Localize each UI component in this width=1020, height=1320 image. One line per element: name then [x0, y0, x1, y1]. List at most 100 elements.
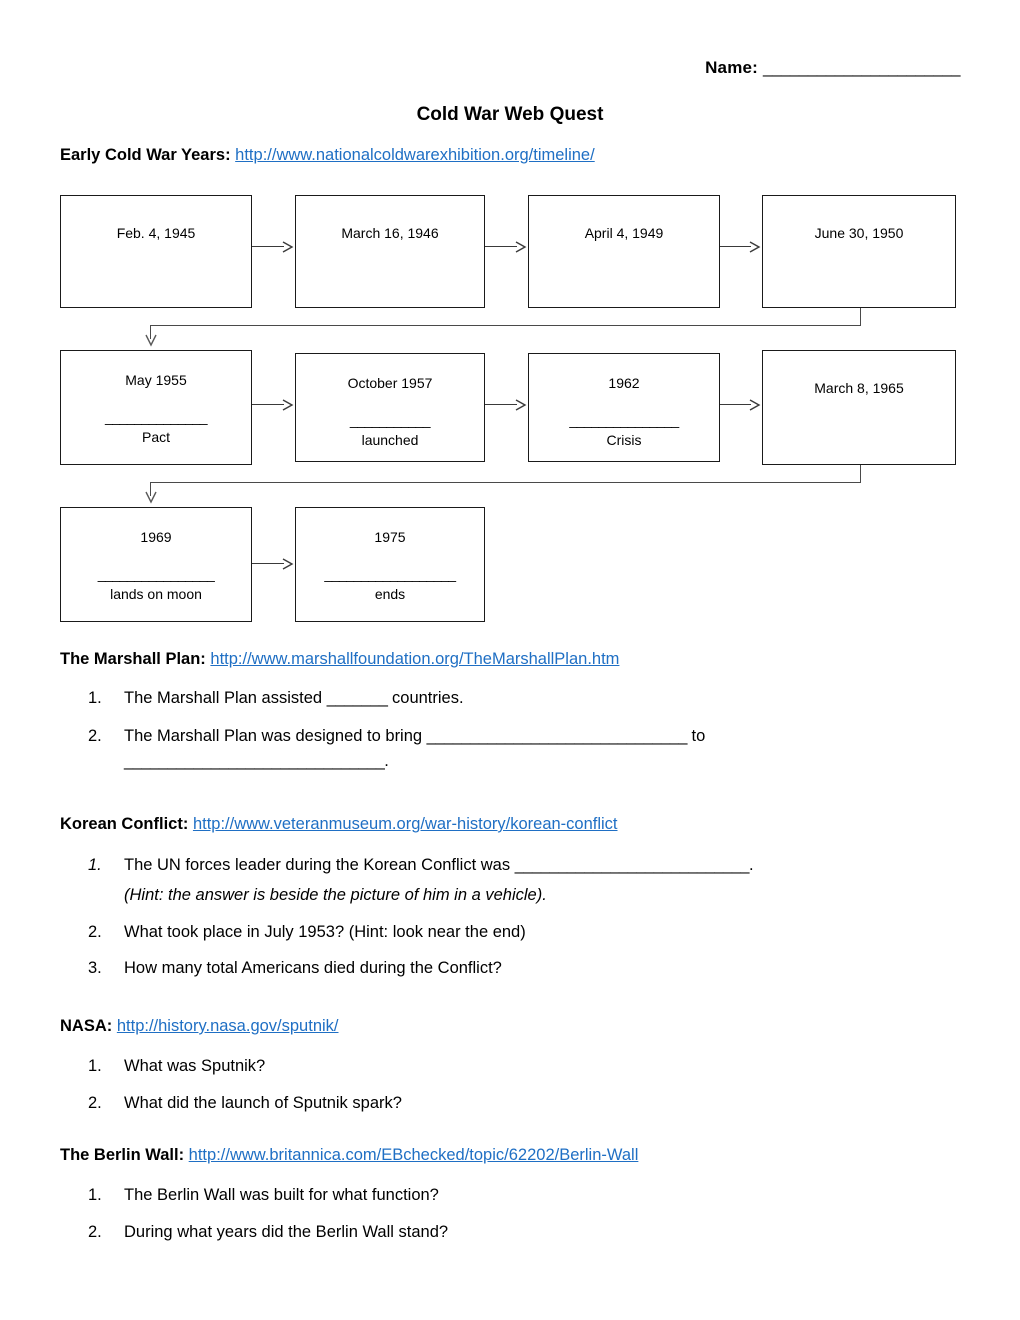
- timeline-box-blank[interactable]: ___________: [296, 411, 484, 430]
- timeline-box: March 8, 1965: [762, 350, 956, 465]
- question-list-korean-conflict: 1. The UN forces leader during the Korea…: [88, 857, 754, 977]
- question-item-continuation: ______________________________.: [88, 753, 705, 770]
- timeline-box-date: April 4, 1949: [584, 225, 664, 241]
- question-number: 2.: [88, 1093, 102, 1112]
- section-label: NASA:: [60, 1017, 113, 1035]
- timeline-box: June 30, 1950: [762, 195, 956, 308]
- answer-blank[interactable]: ______________________________: [427, 727, 688, 745]
- timeline-box-date: June 30, 1950: [814, 225, 904, 241]
- section-label: The Berlin Wall:: [60, 1146, 185, 1164]
- question-number: 1.: [88, 1057, 102, 1075]
- question-item: 1. What was Sputnik?: [88, 1058, 402, 1075]
- section-link-early-cold-war-years[interactable]: http://www.nationalcoldwarexhibition.org…: [235, 146, 595, 164]
- timeline-box-date: March 8, 1965: [814, 380, 904, 396]
- timeline-box-label: Crisis: [606, 431, 642, 448]
- timeline-box-blank[interactable]: ________________: [61, 565, 251, 584]
- arrow-right-icon: [485, 398, 528, 412]
- question-number: 1.: [88, 856, 102, 874]
- question-item: 1. The Berlin Wall was built for what fu…: [88, 1187, 448, 1204]
- question-list-nasa: 1. What was Sputnik? 2. What did the lau…: [88, 1058, 402, 1111]
- timeline-box-date: May 1955: [125, 372, 187, 388]
- answer-blank[interactable]: ______________________________: [124, 752, 385, 770]
- question-item: 2. What did the launch of Sputnik spark?: [88, 1093, 402, 1112]
- name-blank-line[interactable]: ______________________: [763, 58, 961, 77]
- connector-arrow-down-row2: [145, 465, 862, 505]
- section-link-berlin-wall[interactable]: http://www.britannica.com/EBchecked/topi…: [189, 1146, 639, 1164]
- timeline-box-date: October 1957: [347, 375, 433, 391]
- question-text-before: The UN forces leader during the Korean C…: [124, 856, 515, 874]
- arrow-right-icon: [252, 398, 295, 412]
- timeline-box: 1975 __________________ ends: [295, 507, 485, 622]
- question-hint-note: (Hint: the answer is beside the picture …: [124, 885, 547, 904]
- connector-arrow-down-row1: [145, 308, 862, 348]
- question-number: 2.: [88, 726, 102, 745]
- arrow-right-icon: [720, 398, 762, 412]
- timeline-box-blank[interactable]: ______________: [61, 408, 251, 427]
- question-number: 2.: [88, 922, 102, 941]
- timeline-box-blank[interactable]: _______________: [529, 411, 719, 430]
- worksheet-page: Name: ______________________ Cold War We…: [0, 0, 1020, 1320]
- question-text-before: The Marshall Plan was designed to bring: [124, 726, 427, 745]
- answer-blank[interactable]: _______: [327, 689, 388, 707]
- timeline-box: Feb. 4, 1945: [60, 195, 252, 308]
- question-text: What did the launch of Sputnik spark?: [124, 1093, 402, 1112]
- question-item: 2. What took place in July 1953? (Hint: …: [88, 922, 754, 941]
- answer-blank[interactable]: ___________________________: [515, 856, 750, 874]
- section-label: The Marshall Plan:: [60, 650, 206, 668]
- timeline-box-date: 1969: [140, 529, 172, 545]
- timeline-box: May 1955 ______________ Pact: [60, 350, 252, 465]
- timeline-box-date: 1975: [374, 529, 406, 545]
- question-text-after: countries.: [387, 689, 464, 707]
- question-text: The UN forces leader during the Korean C…: [124, 856, 754, 874]
- timeline-box: 1969 ________________ lands on moon: [60, 507, 252, 622]
- timeline-box: March 16, 1946: [295, 195, 485, 308]
- question-text: How many total Americans died during the…: [124, 959, 502, 977]
- section-label: Korean Conflict:: [60, 815, 189, 833]
- section-link-marshall-plan[interactable]: http://www.marshallfoundation.org/TheMar…: [210, 650, 619, 668]
- question-text-after: .: [384, 752, 389, 770]
- arrow-right-icon: [252, 240, 295, 254]
- timeline-box-date: 1962: [608, 375, 640, 391]
- question-text: During what years did the Berlin Wall st…: [124, 1222, 449, 1241]
- question-number: 3.: [88, 959, 102, 977]
- timeline-box: October 1957 ___________ launched: [295, 353, 485, 462]
- question-text-before: The Marshall Plan assisted: [124, 689, 327, 707]
- question-list-marshall-plan: 1. The Marshall Plan assisted _______ co…: [88, 690, 705, 770]
- section-heading-korean-conflict: Korean Conflict: http://www.veteranmuseu…: [60, 815, 618, 834]
- arrow-right-icon: [720, 240, 762, 254]
- arrow-right-icon: [485, 240, 528, 254]
- timeline-box-date: Feb. 4, 1945: [116, 225, 196, 241]
- question-number: 1.: [88, 689, 102, 707]
- question-text: What was Sputnik?: [124, 1057, 266, 1075]
- question-text: The Marshall Plan assisted _______ count…: [124, 689, 464, 707]
- question-text: ______________________________.: [124, 752, 389, 770]
- section-heading-early-cold-war-years: Early Cold War Years: http://www.nationa…: [60, 146, 595, 165]
- section-heading-berlin-wall: The Berlin Wall: http://www.britannica.c…: [60, 1146, 638, 1165]
- page-title: Cold War Web Quest: [416, 104, 604, 125]
- question-item: 2. The Marshall Plan was designed to bri…: [88, 726, 705, 745]
- question-text: The Berlin Wall was built for what funct…: [124, 1186, 439, 1204]
- question-number: 1.: [88, 1186, 102, 1204]
- name-field-row: Name: ______________________: [705, 58, 960, 78]
- timeline-box: April 4, 1949: [528, 195, 720, 308]
- timeline-box-blank[interactable]: __________________: [296, 565, 484, 584]
- question-item: 2. During what years did the Berlin Wall…: [88, 1222, 449, 1241]
- timeline-box-label: launched: [361, 431, 419, 448]
- question-list-berlin-wall: 1. The Berlin Wall was built for what fu…: [88, 1187, 448, 1240]
- timeline-box-label: Pact: [141, 428, 170, 445]
- section-heading-marshall-plan: The Marshall Plan: http://www.marshallfo…: [60, 650, 619, 669]
- question-item: 1. The UN forces leader during the Korea…: [88, 857, 754, 874]
- question-text: The Marshall Plan was designed to bring …: [124, 727, 705, 745]
- question-text-after: .: [748, 856, 754, 874]
- timeline-box-label: ends: [374, 585, 406, 602]
- section-link-nasa[interactable]: http://history.nasa.gov/sputnik/: [117, 1017, 339, 1035]
- timeline-box-label: lands on moon: [110, 585, 202, 602]
- question-text: What took place in July 1953? (Hint: loo…: [124, 922, 526, 941]
- section-heading-nasa: NASA: http://history.nasa.gov/sputnik/: [60, 1017, 339, 1036]
- arrow-right-icon: [252, 557, 295, 571]
- question-text-after: to: [686, 726, 706, 745]
- question-item: 3. How many total Americans died during …: [88, 960, 754, 977]
- question-item: 1. The Marshall Plan assisted _______ co…: [88, 690, 705, 707]
- section-link-korean-conflict[interactable]: http://www.veteranmuseum.org/war-history…: [193, 815, 618, 833]
- timeline-box-date: March 16, 1946: [341, 225, 439, 241]
